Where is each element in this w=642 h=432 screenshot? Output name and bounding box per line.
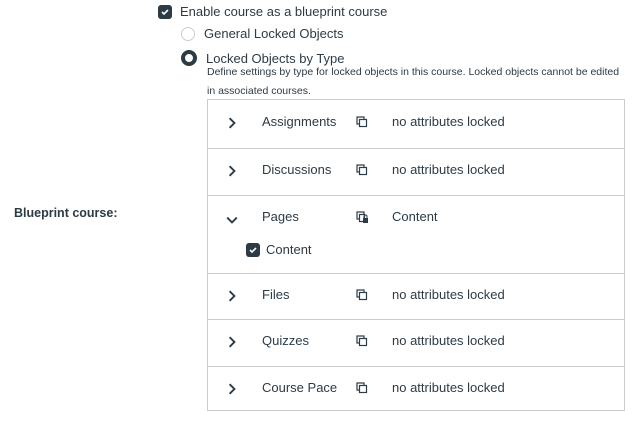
chevron-right-icon[interactable] (226, 165, 236, 177)
type-name: Files (262, 287, 290, 302)
attribute-label: Content (266, 242, 312, 257)
type-name: Pages (262, 209, 299, 224)
type-name: Quizzes (262, 333, 309, 348)
chevron-down-icon[interactable] (226, 214, 238, 224)
locked-objects-description: Define settings by type for locked objec… (207, 66, 620, 97)
locked-type-row: Course Pace no attributes locked (208, 366, 624, 412)
type-name: Course Pace (262, 380, 338, 395)
chevron-right-icon[interactable] (226, 117, 236, 129)
checkbox-checked-icon (158, 4, 172, 19)
copy-icon (355, 163, 369, 177)
radio-selected-icon (181, 50, 197, 66)
copy-lock-icon (355, 210, 369, 224)
blueprint-course-label: Blueprint course: (14, 206, 118, 220)
type-name: Discussions (262, 162, 332, 177)
chevron-right-icon[interactable] (226, 290, 236, 302)
chevron-right-icon[interactable] (226, 336, 236, 348)
lock-status: no attributes locked (392, 380, 505, 395)
lock-status: no attributes locked (392, 333, 505, 348)
enable-blueprint-label: Enable course as a blueprint course (180, 4, 388, 19)
locked-type-row: Discussions no attributes locked (208, 148, 624, 196)
type-name: Assignments (262, 114, 337, 129)
radio-general-locked-objects[interactable]: General Locked Objects (181, 26, 343, 41)
copy-icon (355, 334, 369, 348)
lock-status: no attributes locked (392, 287, 505, 302)
copy-icon (355, 115, 369, 129)
radio-unselected-icon (181, 26, 195, 41)
checkbox-checked-icon (246, 242, 260, 257)
locked-type-row: Assignments no attributes locked (208, 100, 624, 149)
locked-object-types-list: Assignments no attributes locked Discuss… (207, 99, 625, 411)
locked-type-row: Files no attributes locked (208, 273, 624, 320)
enable-blueprint-checkbox[interactable]: Enable course as a blueprint course (158, 4, 387, 19)
lock-status: Content (392, 209, 438, 224)
attribute-content-checkbox[interactable]: Content (246, 242, 312, 257)
lock-status: no attributes locked (392, 114, 505, 129)
copy-icon (355, 381, 369, 395)
radio-label: General Locked Objects (204, 26, 344, 41)
lock-status: no attributes locked (392, 162, 505, 177)
locked-type-row: Quizzes no attributes locked (208, 319, 624, 367)
locked-type-row: Pages Content Content (208, 195, 624, 274)
chevron-right-icon[interactable] (226, 383, 236, 395)
copy-icon (355, 288, 369, 302)
